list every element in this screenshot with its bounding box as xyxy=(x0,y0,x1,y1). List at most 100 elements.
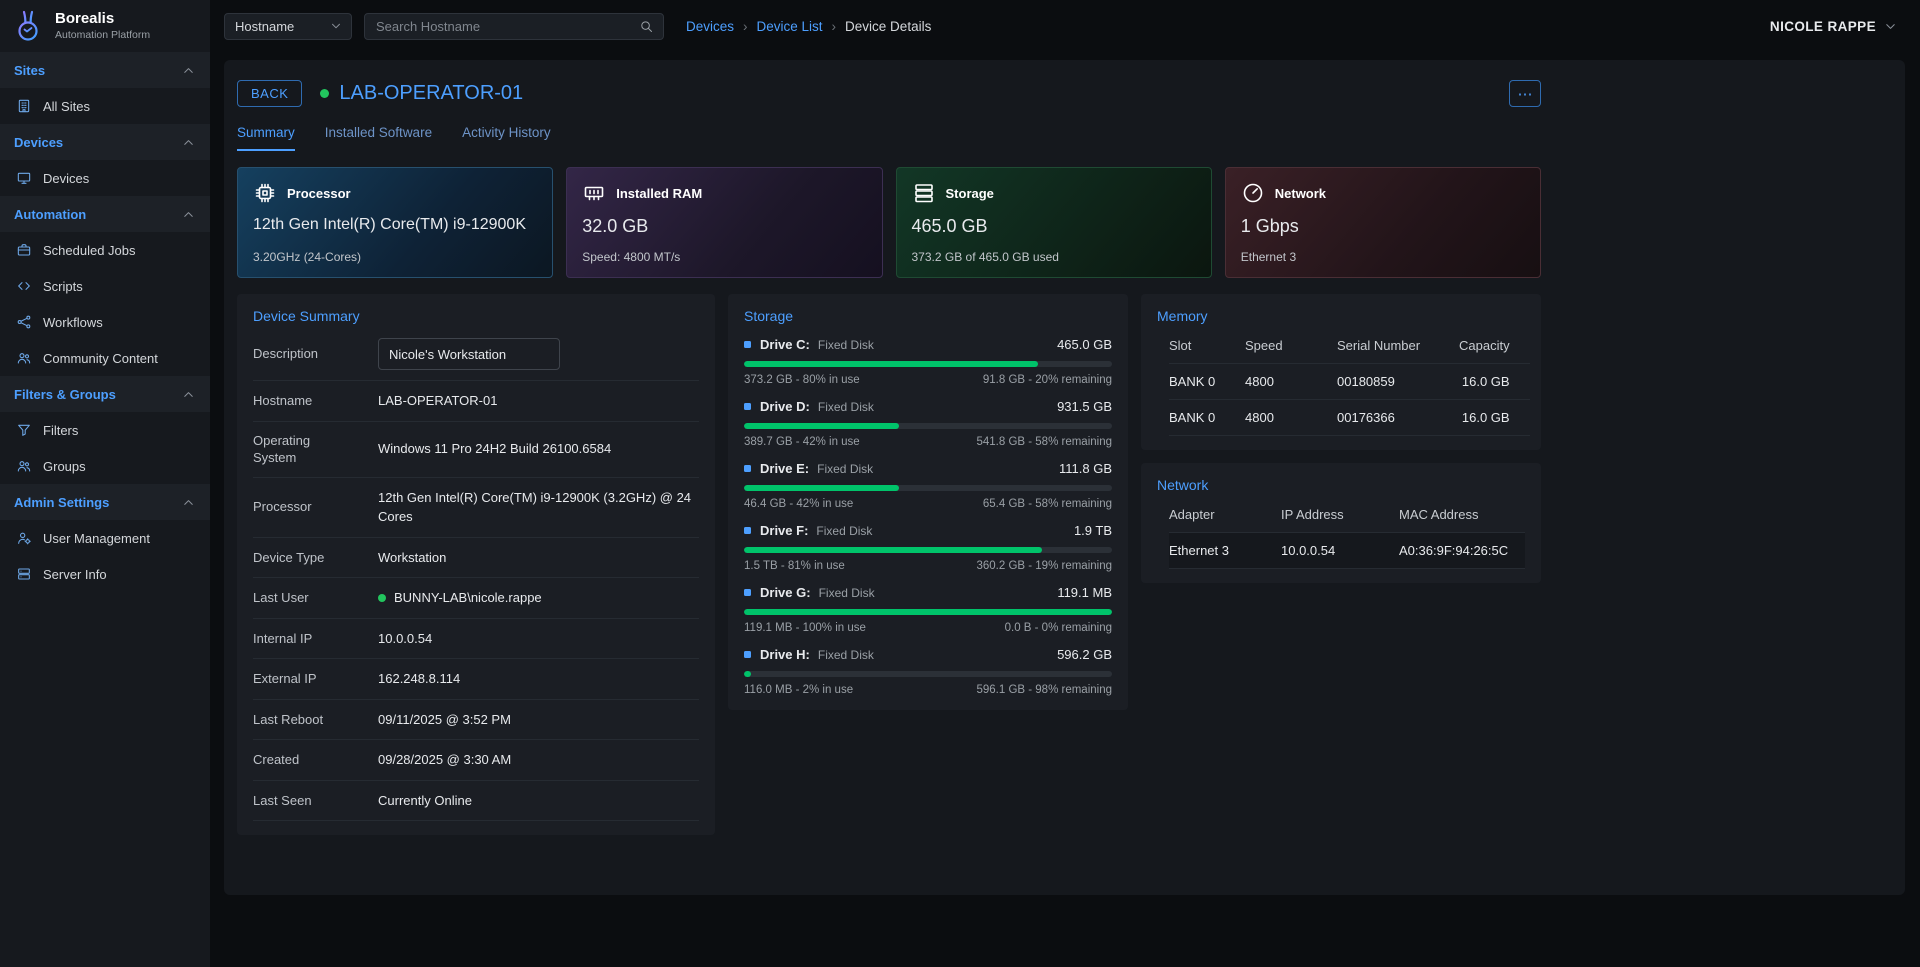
section-label: Admin Settings xyxy=(14,495,109,510)
storage-card: Storage 465.0 GB 373.2 GB of 465.0 GB us… xyxy=(896,167,1212,278)
memory-row-cell: 4800 xyxy=(1245,364,1337,400)
right-column: Memory Slot Speed Serial Number Capacity… xyxy=(1141,294,1541,583)
sidebar-item-label: User Management xyxy=(43,531,150,546)
sidebar: Borealis Automation Platform Sites All S… xyxy=(0,0,210,967)
sidebar-item-label: Scripts xyxy=(43,279,83,294)
tab-summary[interactable]: Summary xyxy=(237,125,295,151)
drive-row-g: Drive G: Fixed Disk 119.1 MB 119.1 MB - … xyxy=(744,585,1112,634)
chevron-down-icon xyxy=(1883,19,1898,34)
summary-row-last-user: Last User BUNNY-LAB\nicole.rappe xyxy=(253,578,699,619)
sidebar-section-sites[interactable]: Sites xyxy=(0,52,210,88)
memory-row-cell: 00176366 xyxy=(1337,400,1459,436)
rabbit-logo-icon xyxy=(10,8,46,44)
ram-icon xyxy=(582,181,606,205)
people-icon xyxy=(16,350,32,366)
breadcrumb-separator: › xyxy=(743,19,748,34)
drive-usage-bar xyxy=(744,547,1112,553)
cpu-icon xyxy=(253,181,277,205)
memory-row-cell: 16.0 GB xyxy=(1459,400,1530,436)
back-button[interactable]: BACK xyxy=(237,80,302,107)
network-row-cell: Ethernet 3 xyxy=(1169,533,1281,569)
breadcrumb-devices[interactable]: Devices xyxy=(686,19,734,34)
summary-row: Device Type Workstation xyxy=(253,538,699,579)
sidebar-item-scripts[interactable]: Scripts xyxy=(0,268,210,304)
memory-row-cell: 00180859 xyxy=(1337,364,1459,400)
drive-row-f: Drive F: Fixed Disk 1.9 TB 1.5 TB - 81% … xyxy=(744,523,1112,572)
drive-row-h: Drive H: Fixed Disk 596.2 GB 116.0 MB - … xyxy=(744,647,1112,696)
card-value: 465.0 GB xyxy=(912,216,1196,237)
tab-activity-history[interactable]: Activity History xyxy=(462,125,551,151)
processor-card: Processor 12th Gen Intel(R) Core(TM) i9-… xyxy=(237,167,553,278)
chevron-up-icon xyxy=(181,495,196,510)
sidebar-item-label: Filters xyxy=(43,423,78,438)
summary-row-description: Description xyxy=(253,328,699,381)
device-name: LAB-OPERATOR-01 xyxy=(339,82,523,105)
sidebar-item-workflows[interactable]: Workflows xyxy=(0,304,210,340)
drive-row-d: Drive D: Fixed Disk 931.5 GB 389.7 GB - … xyxy=(744,399,1112,448)
summary-row: Created 09/28/2025 @ 3:30 AM xyxy=(253,740,699,781)
card-title: Network xyxy=(1275,186,1326,201)
brand-logo-row[interactable]: Borealis Automation Platform xyxy=(0,0,210,52)
page-title: LAB-OPERATOR-01 xyxy=(320,82,523,105)
breadcrumb-device-list[interactable]: Device List xyxy=(757,19,823,34)
stat-cards-row: Processor 12th Gen Intel(R) Core(TM) i9-… xyxy=(237,167,1541,278)
tab-bar: Summary Installed Software Activity Hist… xyxy=(237,125,1541,151)
ram-card: Installed RAM 32.0 GB Speed: 4800 MT/s xyxy=(566,167,882,278)
user-gear-icon xyxy=(16,530,32,546)
sidebar-item-community-content[interactable]: Community Content xyxy=(0,340,210,376)
card-subtext: 373.2 GB of 465.0 GB used xyxy=(912,250,1196,264)
network-icon xyxy=(1241,181,1265,205)
storage-panel: Storage Drive C: Fixed Disk 465.0 GB 373… xyxy=(728,294,1128,710)
sidebar-item-all-sites[interactable]: All Sites xyxy=(0,88,210,124)
sidebar-item-filters[interactable]: Filters xyxy=(0,412,210,448)
card-value: 12th Gen Intel(R) Core(TM) i9-12900K xyxy=(253,216,537,234)
summary-row: External IP 162.248.8.114 xyxy=(253,659,699,700)
drive-bullet-icon xyxy=(744,651,751,658)
panel-title: Storage xyxy=(744,308,1112,324)
drive-row-e: Drive E: Fixed Disk 111.8 GB 46.4 GB - 4… xyxy=(744,461,1112,510)
drive-bullet-icon xyxy=(744,527,751,534)
sidebar-item-groups[interactable]: Groups xyxy=(0,448,210,484)
drive-usage-bar xyxy=(744,609,1112,615)
card-title: Installed RAM xyxy=(616,186,702,201)
sidebar-item-devices[interactable]: Devices xyxy=(0,160,210,196)
sidebar-item-label: Community Content xyxy=(43,351,158,366)
drive-usage-bar xyxy=(744,361,1112,367)
chevron-up-icon xyxy=(181,63,196,78)
description-input[interactable] xyxy=(378,338,560,370)
tab-installed-software[interactable]: Installed Software xyxy=(325,125,432,151)
summary-row: Internal IP 10.0.0.54 xyxy=(253,619,699,660)
code-icon xyxy=(16,278,32,294)
sidebar-item-scheduled-jobs[interactable]: Scheduled Jobs xyxy=(0,232,210,268)
search-box xyxy=(364,13,664,40)
chevron-up-icon xyxy=(181,387,196,402)
hostname-filter-select[interactable]: Hostname xyxy=(224,13,352,40)
filter-icon xyxy=(16,422,32,438)
section-label: Sites xyxy=(14,63,45,78)
panels-row: Device Summary Description Hostname LAB-… xyxy=(237,294,1541,835)
briefcase-icon xyxy=(16,242,32,258)
sidebar-item-label: Workflows xyxy=(43,315,103,330)
card-subtext: 3.20GHz (24-Cores) xyxy=(253,250,537,264)
search-input[interactable] xyxy=(374,18,639,35)
sidebar-section-devices[interactable]: Devices xyxy=(0,124,210,160)
sidebar-section-automation[interactable]: Automation xyxy=(0,196,210,232)
chevron-up-icon xyxy=(181,135,196,150)
sidebar-item-label: Scheduled Jobs xyxy=(43,243,136,258)
sidebar-section-filters-groups[interactable]: Filters & Groups xyxy=(0,376,210,412)
brand-name: Borealis xyxy=(55,11,150,28)
card-subtext: Speed: 4800 MT/s xyxy=(582,250,866,264)
network-row-cell: 10.0.0.54 xyxy=(1281,533,1399,569)
user-menu[interactable]: NICOLE RAPPE xyxy=(1770,19,1898,34)
hostname-select-value: Hostname xyxy=(235,19,294,34)
panel-title: Memory xyxy=(1157,308,1525,324)
topbar: Hostname Devices › Device List › Device … xyxy=(210,0,1920,52)
sidebar-item-server-info[interactable]: Server Info xyxy=(0,556,210,592)
sidebar-section-admin-settings[interactable]: Admin Settings xyxy=(0,484,210,520)
drive-usage-bar xyxy=(744,671,1112,677)
more-options-button[interactable]: ⋯ xyxy=(1509,80,1541,107)
memory-row-cell: BANK 0 xyxy=(1169,364,1245,400)
drive-usage-bar xyxy=(744,485,1112,491)
sidebar-item-user-management[interactable]: User Management xyxy=(0,520,210,556)
workflow-icon xyxy=(16,314,32,330)
